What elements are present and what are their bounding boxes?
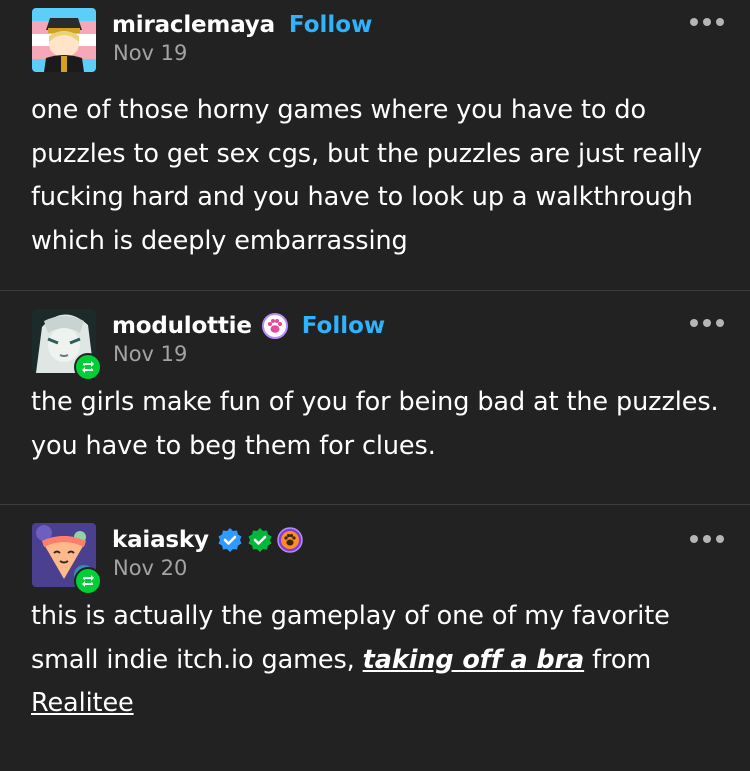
- paw-badge-icon[interactable]: [261, 313, 288, 339]
- paw-badge-icon[interactable]: [277, 527, 303, 553]
- post-miraclemaya: miraclemaya Follow Nov 19 one of those h…: [0, 0, 750, 291]
- verified-green-icon[interactable]: [247, 527, 273, 553]
- game-link[interactable]: taking off a bra: [363, 645, 585, 675]
- post-modulottie: modulottie Follow Nov 19 the girls make …: [0, 291, 750, 505]
- reblog-icon: [74, 567, 102, 595]
- post-body: one of those horny games where you have …: [31, 95, 703, 256]
- verified-blue-icon[interactable]: [217, 527, 243, 553]
- username-miraclemaya[interactable]: miraclemaya: [112, 12, 275, 38]
- avatar-image: [32, 8, 96, 72]
- post-body: this is actually the gameplay of one of …: [31, 595, 721, 726]
- post-date[interactable]: Nov 19: [113, 342, 187, 366]
- follow-button[interactable]: Follow: [302, 313, 385, 339]
- post-header: kaiasky: [112, 523, 303, 557]
- more-options-icon[interactable]: [690, 18, 724, 26]
- post-header: modulottie Follow: [112, 309, 385, 343]
- post-header: miraclemaya Follow: [112, 8, 372, 42]
- more-options-icon[interactable]: [690, 535, 724, 543]
- more-options-icon[interactable]: [690, 319, 724, 327]
- post-date[interactable]: Nov 19: [113, 41, 187, 65]
- post-kaiasky: kaiasky Nov 20 this is actually the game…: [0, 505, 750, 771]
- avatar-miraclemaya[interactable]: [32, 8, 96, 72]
- username-modulottie[interactable]: modulottie: [112, 313, 252, 339]
- post-body-text: from: [584, 644, 652, 675]
- author-link[interactable]: Realitee: [31, 688, 134, 718]
- follow-button[interactable]: Follow: [289, 12, 372, 38]
- reblog-icon: [74, 353, 102, 381]
- username-kaiasky[interactable]: kaiasky: [112, 527, 209, 553]
- post-body: the girls make fun of you for being bad …: [31, 387, 719, 461]
- post-date[interactable]: Nov 20: [113, 556, 187, 580]
